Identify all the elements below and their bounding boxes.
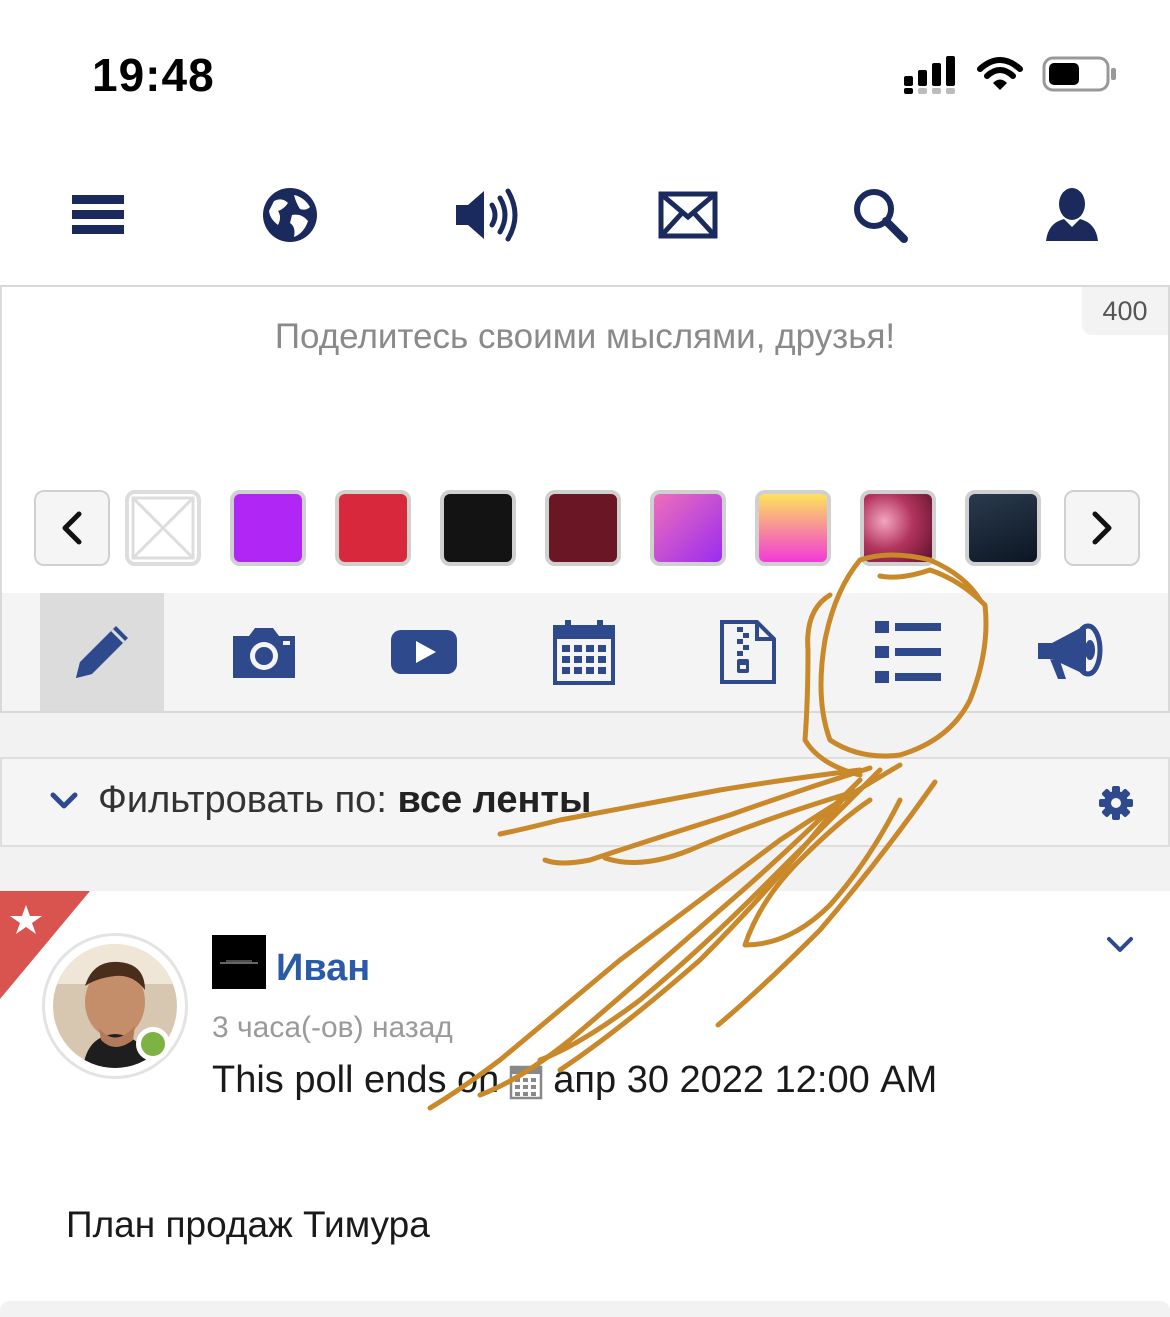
bg-swatch-purple[interactable]	[230, 490, 306, 566]
poll-end-line: This poll ends on апр 30 2022 12:00 AM	[212, 1059, 937, 1102]
pencil-icon	[76, 626, 128, 678]
chevron-left-icon	[62, 511, 82, 545]
globe-button[interactable]	[250, 180, 330, 250]
feed-filter-bar[interactable]: Фильтровать по: все ленты	[0, 757, 1170, 847]
profile-button[interactable]	[1032, 180, 1112, 250]
megaphone-icon	[1038, 623, 1103, 679]
tool-file[interactable]	[686, 593, 810, 711]
bg-swatch-yellow-gradient[interactable]	[755, 490, 831, 566]
search-icon	[854, 189, 908, 243]
mail-icon	[658, 191, 718, 239]
author-badge	[212, 935, 266, 989]
status-icons	[904, 52, 1118, 96]
tool-video[interactable]	[362, 593, 486, 711]
separator	[0, 847, 1170, 891]
online-status-dot	[136, 1027, 170, 1061]
file-zip-icon	[720, 620, 776, 684]
tool-event[interactable]	[522, 593, 646, 711]
tool-announcement[interactable]	[1008, 593, 1132, 711]
bg-swatch-pink-gradient[interactable]	[650, 490, 726, 566]
separator	[0, 1301, 1170, 1317]
post-timestamp[interactable]: 3 часа(-ов) назад	[212, 1011, 453, 1045]
separator	[0, 713, 1170, 757]
filter-value: все ленты	[397, 779, 592, 821]
filter-prefix: Фильтровать по:	[98, 779, 398, 821]
speaker-button[interactable]	[448, 180, 528, 250]
camera-icon	[233, 628, 295, 678]
bg-swatch-black[interactable]	[440, 490, 516, 566]
status-bar: 19:48	[0, 0, 1170, 150]
calendar-small-icon	[510, 1065, 543, 1099]
poll-title: План продаж Тимура	[66, 1204, 430, 1245]
search-button[interactable]	[840, 180, 920, 250]
poll-end-label: This poll ends on	[212, 1059, 500, 1101]
bg-swatch-red[interactable]	[335, 490, 411, 566]
mail-button[interactable]	[648, 180, 728, 250]
bg-swatch-flowers-image[interactable]	[860, 490, 936, 566]
bg-swatch-none[interactable]	[125, 490, 201, 566]
signal-icon	[904, 56, 955, 94]
composer-input[interactable]: Поделитесь своими мыслями, друзья!	[2, 317, 1168, 357]
hamburger-icon	[72, 195, 124, 234]
battery-icon	[1042, 56, 1116, 92]
calendar-icon	[553, 620, 615, 685]
filter-label: Фильтровать по: все ленты	[98, 779, 591, 822]
list-icon	[875, 621, 941, 683]
video-icon	[391, 630, 457, 674]
bg-prev-button[interactable]	[34, 490, 110, 566]
no-background-icon	[131, 496, 195, 560]
top-nav	[0, 150, 1170, 285]
author-name[interactable]: Иван	[276, 947, 370, 990]
chevron-right-icon	[1092, 511, 1112, 545]
tool-text[interactable]	[40, 593, 164, 711]
status-time: 19:48	[92, 49, 215, 101]
avatar[interactable]	[42, 933, 188, 1079]
chevron-down-icon	[50, 792, 78, 809]
globe-icon	[263, 188, 317, 242]
wifi-icon	[977, 57, 1023, 90]
composer-toolbar	[2, 593, 1168, 711]
chevron-down-icon[interactable]	[1106, 935, 1134, 955]
post-composer: 400 Поделитесь своими мыслями, друзья!	[0, 285, 1170, 713]
bg-swatch-maroon[interactable]	[545, 490, 621, 566]
bg-swatch-night-image[interactable]	[965, 490, 1041, 566]
user-icon	[1046, 188, 1098, 241]
poll-end-date: апр 30 2022 12:00 AM	[553, 1059, 938, 1101]
tool-poll[interactable]	[846, 593, 970, 711]
gear-icon[interactable]	[1098, 785, 1134, 821]
tool-photo[interactable]	[202, 593, 326, 711]
feed-post: Иван 3 часа(-ов) назад This poll ends on…	[0, 891, 1170, 1301]
bg-next-button[interactable]	[1064, 490, 1140, 566]
background-picker	[34, 490, 1140, 566]
menu-button[interactable]	[58, 180, 138, 250]
speaker-icon	[456, 188, 518, 242]
